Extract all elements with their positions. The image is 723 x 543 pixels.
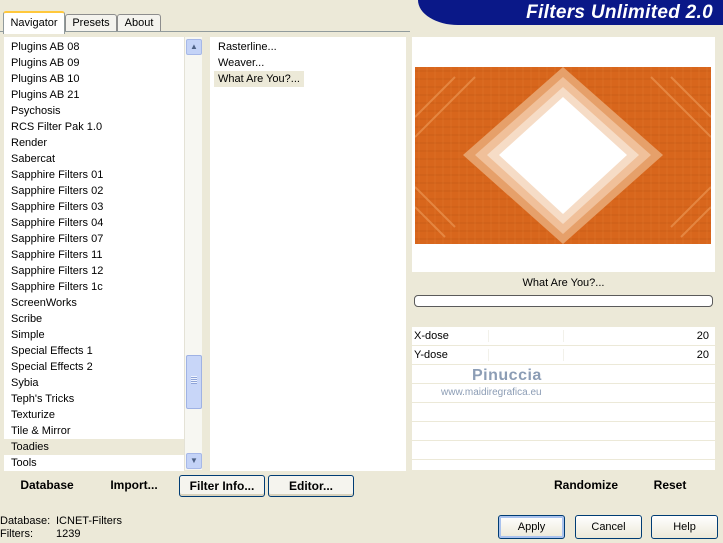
filter-list[interactable]: Rasterline... Weaver... What Are You?... bbox=[210, 37, 406, 472]
randomize-button[interactable]: Randomize bbox=[548, 475, 624, 495]
category-item[interactable]: Special Effects 1 bbox=[4, 343, 184, 359]
category-item[interactable]: Sapphire Filters 12 bbox=[4, 263, 184, 279]
scroll-down-icon[interactable]: ▼ bbox=[186, 453, 202, 469]
category-item[interactable]: Sapphire Filters 03 bbox=[4, 199, 184, 215]
import-button[interactable]: Import... bbox=[104, 475, 164, 495]
banner-title: Filters Unlimited 2.0 bbox=[526, 2, 713, 23]
category-item[interactable]: Plugins AB 21 bbox=[4, 87, 184, 103]
filters-count-label: Filters: bbox=[0, 528, 33, 540]
category-scrollbar[interactable]: ▲ ▼ bbox=[184, 37, 202, 470]
param-row bbox=[412, 403, 715, 422]
category-item[interactable]: ScreenWorks bbox=[4, 295, 184, 311]
param-label: Y-dose bbox=[414, 349, 448, 361]
editor-button[interactable]: Editor... bbox=[268, 475, 354, 497]
param-row bbox=[412, 422, 715, 441]
cancel-button[interactable]: Cancel bbox=[575, 515, 642, 539]
param-row: Y-dose 20 bbox=[412, 346, 715, 365]
category-item[interactable]: Scribe bbox=[4, 311, 184, 327]
param-slider[interactable] bbox=[488, 349, 638, 361]
filters-count-value: 1239 bbox=[56, 528, 81, 540]
tab-navigator[interactable]: Navigator bbox=[3, 11, 65, 34]
category-item[interactable]: Toadies bbox=[4, 439, 184, 455]
reset-button[interactable]: Reset bbox=[646, 475, 694, 495]
filter-info-button[interactable]: Filter Info... bbox=[179, 475, 265, 497]
category-item[interactable]: Sapphire Filters 07 bbox=[4, 231, 184, 247]
param-value: 20 bbox=[696, 330, 709, 342]
param-row bbox=[412, 441, 715, 460]
filter-name-label: What Are You?... bbox=[412, 272, 715, 294]
watermark-site: www.maidiregrafica.eu bbox=[441, 387, 542, 398]
category-item[interactable]: Plugins AB 09 bbox=[4, 55, 184, 71]
param-row bbox=[412, 365, 715, 384]
category-item[interactable]: Sapphire Filters 01 bbox=[4, 167, 184, 183]
category-item[interactable]: Special Effects 2 bbox=[4, 359, 184, 375]
filter-item[interactable]: What Are You?... bbox=[214, 71, 304, 87]
category-item[interactable]: Sapphire Filters 04 bbox=[4, 215, 184, 231]
title-banner: Filters Unlimited 2.0 bbox=[418, 0, 723, 25]
database-value: ICNET-Filters bbox=[56, 515, 122, 527]
help-button[interactable]: Help bbox=[651, 515, 718, 539]
tab-presets[interactable]: Presets bbox=[65, 14, 117, 32]
scroll-up-icon[interactable]: ▲ bbox=[186, 39, 202, 55]
category-item[interactable]: Texturize bbox=[4, 407, 184, 423]
preview-image bbox=[415, 67, 711, 244]
category-item[interactable]: Sybia bbox=[4, 375, 184, 391]
param-value: 20 bbox=[696, 349, 709, 361]
category-item[interactable]: Teph's Tricks bbox=[4, 391, 184, 407]
filter-item[interactable]: Rasterline... bbox=[214, 39, 281, 55]
param-slider[interactable] bbox=[488, 330, 638, 342]
category-item[interactable]: RCS Filter Pak 1.0 bbox=[4, 119, 184, 135]
category-item[interactable]: Tools bbox=[4, 455, 184, 471]
param-label: X-dose bbox=[414, 330, 449, 342]
category-item[interactable]: Sapphire Filters 02 bbox=[4, 183, 184, 199]
tab-about[interactable]: About bbox=[117, 14, 161, 32]
category-item[interactable]: Plugins AB 10 bbox=[4, 71, 184, 87]
watermark-name: Pinuccia bbox=[472, 367, 542, 384]
filter-item[interactable]: Weaver... bbox=[214, 55, 268, 71]
parameter-panel: X-dose 20 Y-dose 20 bbox=[412, 327, 715, 479]
category-list[interactable]: Plugins AB 08 Plugins AB 09 Plugins AB 10 P… bbox=[4, 37, 184, 472]
scroll-thumb[interactable] bbox=[186, 355, 202, 409]
category-item[interactable]: Sapphire Filters 11 bbox=[4, 247, 184, 263]
category-item[interactable]: Psychosis bbox=[4, 103, 184, 119]
database-label: Database: bbox=[0, 515, 51, 527]
category-item[interactable]: Tile & Mirror bbox=[4, 423, 184, 439]
category-item[interactable]: Render bbox=[4, 135, 184, 151]
category-item[interactable]: Sabercat bbox=[4, 151, 184, 167]
category-item[interactable]: Simple bbox=[4, 327, 184, 343]
category-item[interactable]: Sapphire Filters 1c bbox=[4, 279, 184, 295]
database-button[interactable]: Database bbox=[14, 475, 80, 495]
category-item[interactable]: Plugins AB 08 bbox=[4, 39, 184, 55]
progress-bar bbox=[414, 295, 713, 307]
param-row: X-dose 20 bbox=[412, 327, 715, 346]
apply-button[interactable]: Apply bbox=[498, 515, 565, 539]
